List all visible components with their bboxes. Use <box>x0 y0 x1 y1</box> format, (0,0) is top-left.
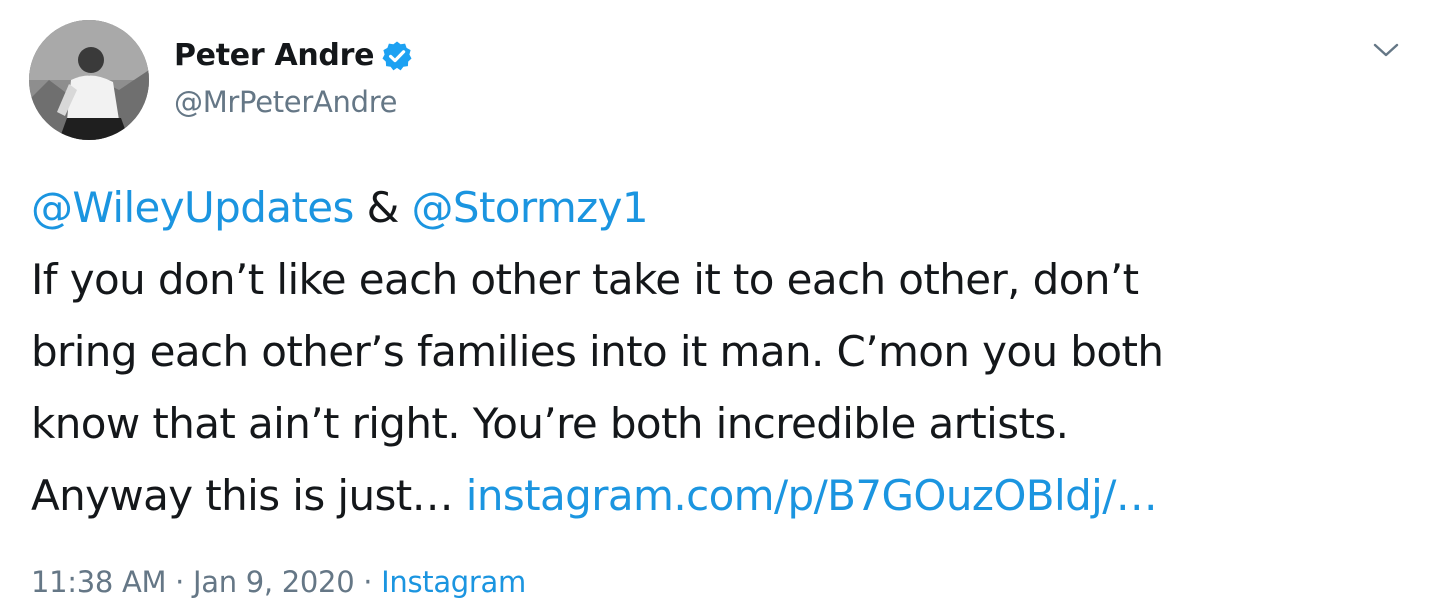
mention-link[interactable]: @WileyUpdates <box>31 183 354 232</box>
author-handle[interactable]: @MrPeterAndre <box>174 84 398 120</box>
author-name-row[interactable]: Peter Andre <box>174 38 413 74</box>
tweet-text-line: Anyway this is just… instagram.com/p/B7G… <box>31 460 1421 532</box>
mention-link[interactable]: @Stormzy1 <box>411 183 648 232</box>
chevron-down-icon[interactable] <box>1370 40 1402 62</box>
tweet-time[interactable]: 11:38 AM <box>31 565 167 599</box>
instagram-link[interactable]: instagram.com/p/B7GOuzOBldj/… <box>466 471 1158 520</box>
tweet-text: @WileyUpdates & @Stormzy1 If you don’t l… <box>31 172 1421 532</box>
verified-badge-icon <box>381 40 413 72</box>
avatar-photo <box>29 20 149 140</box>
author-display-name[interactable]: Peter Andre <box>174 38 374 74</box>
tweet-text-line: know that ain’t right. You’re both incre… <box>31 399 1069 448</box>
tweet-meta: 11:38 AM · Jan 9, 2020 · Instagram <box>31 562 526 602</box>
tweet-source-link[interactable]: Instagram <box>381 565 526 599</box>
meta-separator: · <box>354 565 382 599</box>
tweet-text-line: bring each other’s families into it man.… <box>31 327 1164 376</box>
mention-connector: & <box>353 183 412 232</box>
tweet-text-line: If you don’t like each other take it to … <box>31 255 1139 304</box>
meta-separator: · <box>166 565 194 599</box>
tweet-date[interactable]: Jan 9, 2020 <box>193 565 355 599</box>
avatar[interactable] <box>29 20 149 140</box>
tweet-text-fragment: Anyway this is just… <box>31 471 466 520</box>
tweet-mentions-line: @WileyUpdates & @Stormzy1 <box>31 172 1421 244</box>
